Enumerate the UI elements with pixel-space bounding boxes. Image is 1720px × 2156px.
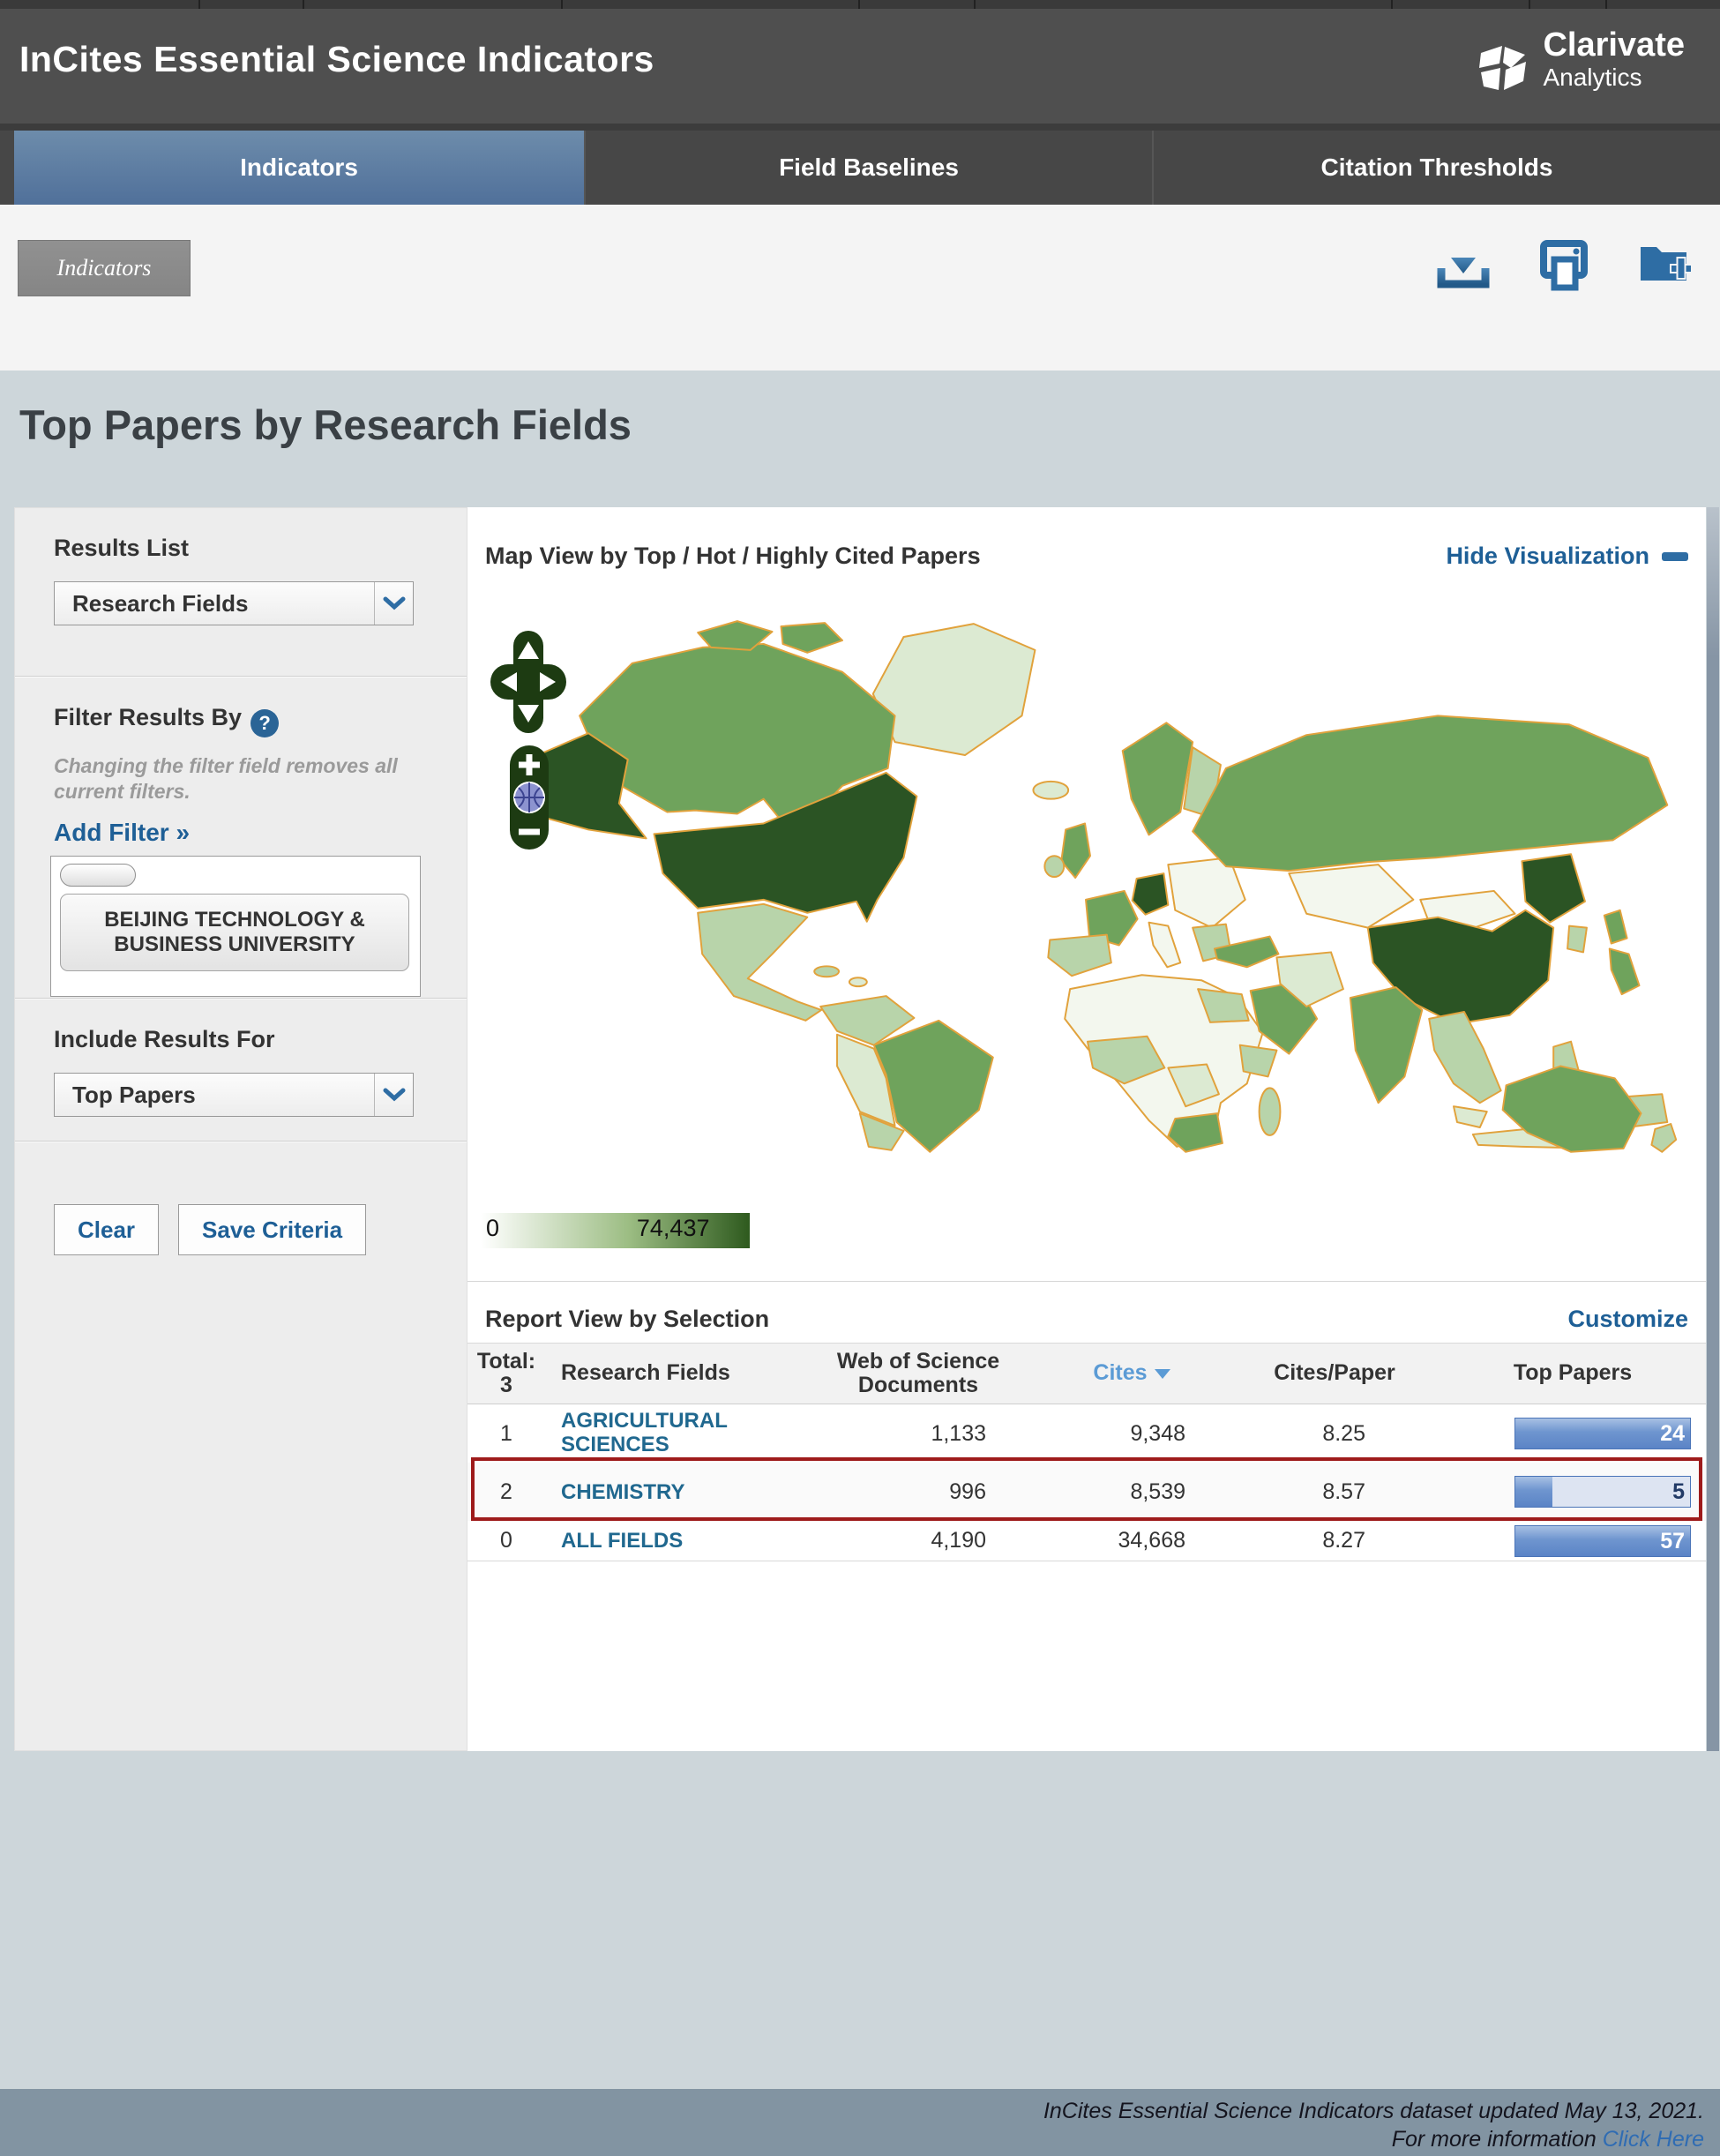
top-papers-bar: 5 [1514,1476,1691,1508]
filter-note: Changing the filter field removes all cu… [54,754,398,803]
breadcrumb-indicators-button[interactable]: Indicators [18,240,191,296]
include-results-section: Include Results For Top Papers [15,999,467,1141]
tab-citation-thresholds[interactable]: Citation Thresholds [1152,131,1720,205]
map-color-scale: 0 74,437 [481,1213,750,1248]
tab-indicators[interactable]: Indicators [14,131,584,205]
page-title: Top Papers by Research Fields [19,401,632,448]
help-icon[interactable]: ? [251,709,280,737]
docs-cell: 1,133 [931,1420,986,1446]
tab-field-baselines[interactable]: Field Baselines [584,131,1152,205]
cites-cell: 34,668 [1118,1528,1185,1553]
column-research-fields[interactable]: Research Fields [545,1361,803,1386]
criteria-buttons-section: Clear Save Criteria [15,1142,467,1278]
add-filter-link[interactable]: Add Filter » [54,819,428,847]
rank-cell: 0 [500,1528,512,1553]
column-cites-per-paper[interactable]: Cites/Paper [1230,1361,1440,1386]
sort-desc-icon [1154,1368,1170,1379]
filter-pill[interactable] [60,863,136,887]
world-map-choropleth[interactable] [475,604,1701,1160]
table-row: 0 ALL FIELDS 4,190 34,668 8.27 57 [467,1521,1706,1561]
section-divider [467,1281,1706,1282]
download-icon[interactable] [1434,235,1492,293]
active-filter-chip[interactable]: BEIJING TECHNOLOGY & BUSINESS UNIVERSITY [60,893,409,971]
results-list-dropdown[interactable]: Research Fields [54,581,414,625]
toolbar: Indicators [0,205,1720,371]
chevron-down-icon [374,582,413,625]
vertical-scrollbar[interactable] [1706,507,1720,1751]
brand-name: Clarivate [1543,26,1685,64]
docs-cell: 4,190 [931,1528,986,1553]
results-list-heading: Results List [54,535,190,561]
map-pan-zoom-controls[interactable] [490,631,570,851]
browser-chrome-edge [0,0,1720,9]
field-link[interactable]: CHEMISTRY [561,1480,684,1505]
map-view-title: Map View by Top / Hot / Highly Cited Pap… [485,543,981,569]
clear-button[interactable]: Clear [54,1204,160,1255]
table-row: 1 AGRICULTURAL SCIENCES 1,133 9,348 8.25… [467,1404,1706,1463]
collapse-minus-icon [1662,551,1688,561]
dataset-updated-note: InCites Essential Science Indicators dat… [1043,2099,1704,2123]
rank-cell: 1 [500,1420,512,1446]
main-panel: Map View by Top / Hot / Highly Cited Pap… [467,507,1706,1751]
filter-results-section: Filter Results By? Changing the filter f… [15,677,467,998]
docs-cell: 996 [949,1479,986,1504]
cites-cell: 9,348 [1130,1420,1185,1446]
results-list-section: Results List Research Fields [15,508,467,676]
more-info-note: For more information Click Here [1391,2126,1704,2152]
filters-sidebar: Results List Research Fields Filter Resu… [14,507,467,1751]
column-cites-sorted[interactable]: Cites [1034,1361,1230,1386]
report-table: Total: 3 Research Fields Web of Science … [467,1343,1706,1561]
table-header-row: Total: 3 Research Fields Web of Science … [467,1343,1706,1404]
print-icon[interactable] [1535,235,1593,293]
map-region-south-america[interactable] [819,995,994,1153]
filter-results-heading: Filter Results By [54,704,243,730]
field-link[interactable]: ALL FIELDS [561,1529,683,1553]
report-view-title: Report View by Selection [485,1306,770,1332]
top-papers-bar: 24 [1514,1418,1691,1449]
folder-add-icon[interactable] [1635,235,1694,293]
app-title: InCites Essential Science Indicators [19,39,654,79]
scale-max-label: 74,437 [636,1215,710,1241]
primary-tab-bar: Indicators Field Baselines Citation Thre… [0,124,1720,205]
clarivate-logo: Clarivate Analytics [1476,28,1685,97]
table-row-highlighted: 2 CHEMISTRY 996 8,539 8.57 5 [467,1463,1706,1521]
rank-cell: 2 [500,1479,512,1504]
include-results-heading: Include Results For [54,1026,275,1052]
save-criteria-button[interactable]: Save Criteria [178,1204,367,1255]
scrollbar-thumb[interactable] [1707,507,1719,1751]
click-here-link[interactable]: Click Here [1603,2127,1704,2152]
page-title-band: Top Papers by Research Fields [0,371,1720,507]
total-header: Total: 3 [476,1348,536,1397]
chevron-down-icon [374,1074,413,1116]
customize-link[interactable]: Customize [1567,1306,1688,1333]
brand-sub: Analytics [1543,64,1642,91]
cites-cell: 8,539 [1130,1479,1185,1504]
clarivate-mark-icon [1479,46,1527,90]
scale-min-label: 0 [486,1215,500,1241]
field-link[interactable]: AGRICULTURAL SCIENCES [561,1409,803,1457]
include-results-dropdown[interactable]: Top Papers [54,1073,414,1117]
active-filters-box: BEIJING TECHNOLOGY & BUSINESS UNIVERSITY [50,855,421,997]
cites-per-paper-cell: 8.57 [1322,1479,1365,1504]
cites-per-paper-cell: 8.27 [1322,1528,1365,1553]
app-header: InCites Essential Science Indicators Cla… [0,9,1720,124]
page-footer: InCites Essential Science Indicators dat… [0,2089,1720,2156]
map-region-north-america[interactable] [526,620,1036,1022]
column-top-papers[interactable]: Top Papers [1440,1361,1706,1386]
esi-application: InCites Essential Science Indicators Cla… [0,0,1720,2156]
top-papers-bar: 57 [1514,1524,1691,1557]
column-wos-documents[interactable]: Web of Science Documents [803,1349,1034,1398]
map-region-africa[interactable] [1064,974,1282,1153]
cites-per-paper-cell: 8.25 [1322,1420,1365,1446]
hide-visualization-link[interactable]: Hide Visualization [1446,543,1688,570]
